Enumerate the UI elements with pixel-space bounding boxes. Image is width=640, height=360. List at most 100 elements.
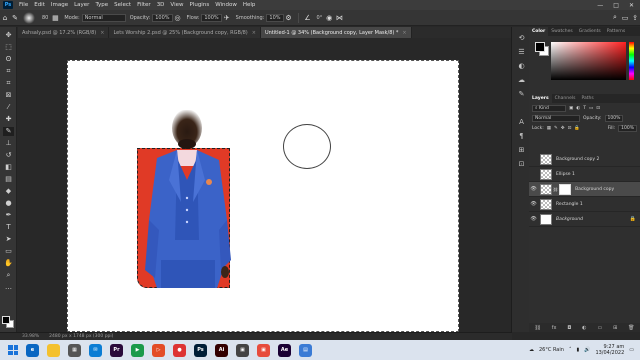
rectangle-tool-icon[interactable]: ▭ bbox=[3, 247, 14, 256]
hue-slider[interactable] bbox=[629, 42, 634, 80]
smoothing-gear-icon[interactable]: ⚙ bbox=[284, 13, 294, 23]
history-icon[interactable]: ⟲ bbox=[517, 33, 526, 42]
menu-filter[interactable]: Filter bbox=[134, 2, 154, 8]
tab-patterns[interactable]: Patterns bbox=[604, 27, 629, 36]
foreground-color-swatch[interactable] bbox=[535, 42, 545, 52]
history-brush-tool-icon[interactable]: ↺ bbox=[3, 151, 14, 160]
zoom-tool-icon[interactable]: ⌕ bbox=[3, 271, 14, 280]
volume-icon[interactable]: 🔊 bbox=[584, 347, 590, 353]
tab-ashsaly[interactable]: Ashsaly.psd @ 17.2% (RGB/8) × bbox=[18, 27, 110, 38]
eyedropper-tool-icon[interactable]: ⁄ bbox=[3, 103, 14, 112]
menu-edit[interactable]: Edit bbox=[31, 2, 48, 8]
flow-field[interactable]: 100% bbox=[201, 13, 222, 22]
airbrush-icon[interactable]: ✈ bbox=[222, 13, 232, 23]
brush-settings-icon[interactable]: ▦ bbox=[50, 13, 60, 23]
after-effects-icon[interactable]: Ae bbox=[278, 343, 291, 357]
lock-artboard-icon[interactable]: ⊡ bbox=[568, 126, 572, 131]
eye-icon[interactable]: 👁 bbox=[529, 186, 538, 192]
layer-name[interactable]: Background bbox=[556, 217, 583, 222]
hand-tool-icon[interactable]: ✋ bbox=[3, 259, 14, 268]
close-icon[interactable]: × bbox=[402, 30, 406, 36]
menu-layer[interactable]: Layer bbox=[71, 2, 92, 8]
chevron-up-icon[interactable]: ˄ bbox=[569, 347, 572, 353]
new-group-icon[interactable]: ▭ bbox=[597, 325, 602, 331]
add-mask-icon[interactable]: ◘ bbox=[567, 325, 571, 331]
dodge-tool-icon[interactable]: ● bbox=[3, 199, 14, 208]
marquee-tool-icon[interactable]: ⬚ bbox=[3, 43, 14, 52]
mode-select[interactable]: Normal bbox=[81, 13, 126, 22]
zoom-level[interactable]: 33.98% bbox=[22, 334, 39, 339]
app-icon[interactable]: ▤ bbox=[299, 343, 312, 357]
brush-tool-icon[interactable]: ✎ bbox=[10, 13, 20, 23]
ellipse-shape[interactable] bbox=[283, 124, 331, 169]
path-selection-tool-icon[interactable]: ➤ bbox=[3, 235, 14, 244]
app-icon[interactable]: ▶ bbox=[131, 343, 144, 357]
tab-paths[interactable]: Paths bbox=[578, 94, 596, 103]
filter-pixel-icon[interactable]: ▣ bbox=[569, 106, 573, 111]
layer-mask-thumbnail[interactable] bbox=[559, 183, 572, 195]
blur-tool-icon[interactable]: ◆ bbox=[3, 187, 14, 196]
close-icon[interactable]: × bbox=[252, 30, 256, 36]
frame-tool-icon[interactable]: ⊠ bbox=[3, 91, 14, 100]
adjustment-layer-icon[interactable]: ◐ bbox=[582, 325, 586, 331]
canvas-area[interactable] bbox=[17, 38, 511, 332]
eye-icon[interactable]: 👁 bbox=[529, 216, 538, 222]
tab-swatches[interactable]: Swatches bbox=[548, 27, 576, 36]
menu-plugins[interactable]: Plugins bbox=[186, 2, 212, 8]
menu-image[interactable]: Image bbox=[48, 2, 71, 8]
filter-adjust-icon[interactable]: ◐ bbox=[576, 106, 580, 111]
clone-stamp-tool-icon[interactable]: ⊥ bbox=[3, 139, 14, 148]
man-in-blue-suit-image[interactable] bbox=[143, 110, 233, 288]
workspace-icon[interactable]: ▭ bbox=[620, 13, 630, 23]
layer-rectangle-1[interactable]: 👁 Rectangle 1 bbox=[529, 197, 640, 212]
layer-name[interactable]: Background copy bbox=[575, 187, 614, 192]
link-layers-icon[interactable]: ⛓ bbox=[534, 325, 540, 331]
layer-background-copy[interactable]: 👁 ⛓ Background copy bbox=[529, 182, 640, 197]
more-tools-icon[interactable]: … bbox=[3, 283, 14, 292]
styles-icon[interactable]: ⊡ bbox=[517, 159, 526, 168]
premiere-icon[interactable]: Pr bbox=[110, 343, 123, 357]
tab-color[interactable]: Color bbox=[529, 27, 549, 36]
link-icon[interactable]: ⛓ bbox=[553, 187, 558, 192]
healing-brush-tool-icon[interactable]: ✚ bbox=[3, 115, 14, 124]
eye-icon[interactable]: 👁 bbox=[529, 201, 538, 207]
delete-layer-icon[interactable]: 🗑 bbox=[628, 325, 634, 331]
adjustments-icon[interactable]: ◐ bbox=[517, 61, 526, 70]
photoshop-logo-icon[interactable]: Ps bbox=[3, 1, 13, 9]
menu-type[interactable]: Type bbox=[92, 2, 111, 8]
document-size[interactable]: 2480 px x 1748 px (300 ppi) bbox=[49, 334, 113, 339]
share-icon[interactable]: ⇪ bbox=[630, 13, 640, 23]
lock-pixels-icon[interactable]: ▦ bbox=[547, 126, 551, 131]
glyphs-icon[interactable]: ⊞ bbox=[517, 145, 526, 154]
media-icon[interactable]: ▷ bbox=[152, 343, 165, 357]
menu-window[interactable]: Window bbox=[212, 2, 240, 8]
menu-select[interactable]: Select bbox=[111, 2, 134, 8]
foreground-color-swatch[interactable] bbox=[2, 316, 10, 324]
record-icon[interactable]: ● bbox=[173, 343, 186, 357]
layer-background-copy-2[interactable]: Background copy 2 bbox=[529, 152, 640, 167]
network-icon[interactable]: ▮ bbox=[576, 347, 579, 353]
weather-text[interactable]: 26°C Rain bbox=[539, 347, 564, 353]
store-icon[interactable]: ▦ bbox=[68, 343, 81, 357]
angle-icon[interactable]: ∠ bbox=[303, 13, 313, 23]
move-tool-icon[interactable]: ✥ bbox=[3, 31, 14, 40]
app-icon[interactable]: ▣ bbox=[236, 343, 249, 357]
windows-start-icon[interactable] bbox=[8, 345, 18, 355]
layer-opacity-field[interactable]: 100% bbox=[604, 114, 624, 122]
maximize-button[interactable]: □ bbox=[613, 2, 619, 9]
filter-shape-icon[interactable]: ▭ bbox=[589, 106, 593, 111]
fx-icon[interactable]: fx bbox=[552, 325, 557, 331]
menu-help[interactable]: Help bbox=[240, 2, 259, 8]
pressure-opacity-icon[interactable]: ◎ bbox=[173, 13, 183, 23]
filter-type-icon[interactable]: T bbox=[583, 106, 586, 111]
home-icon[interactable]: ⌂ bbox=[0, 13, 10, 23]
brush-preset-picker[interactable] bbox=[23, 11, 35, 24]
tab-gradients[interactable]: Gradients bbox=[576, 27, 604, 36]
lock-position-icon[interactable]: ✥ bbox=[561, 126, 565, 131]
tab-layers[interactable]: Layers bbox=[529, 94, 552, 103]
brushes-icon[interactable]: ✎ bbox=[517, 89, 526, 98]
photoshop-taskbar-icon[interactable]: Ps bbox=[194, 343, 207, 357]
file-explorer-icon[interactable] bbox=[47, 343, 60, 357]
layer-name[interactable]: Ellipse 1 bbox=[556, 172, 575, 177]
layer-ellipse-1[interactable]: Ellipse 1 bbox=[529, 167, 640, 182]
